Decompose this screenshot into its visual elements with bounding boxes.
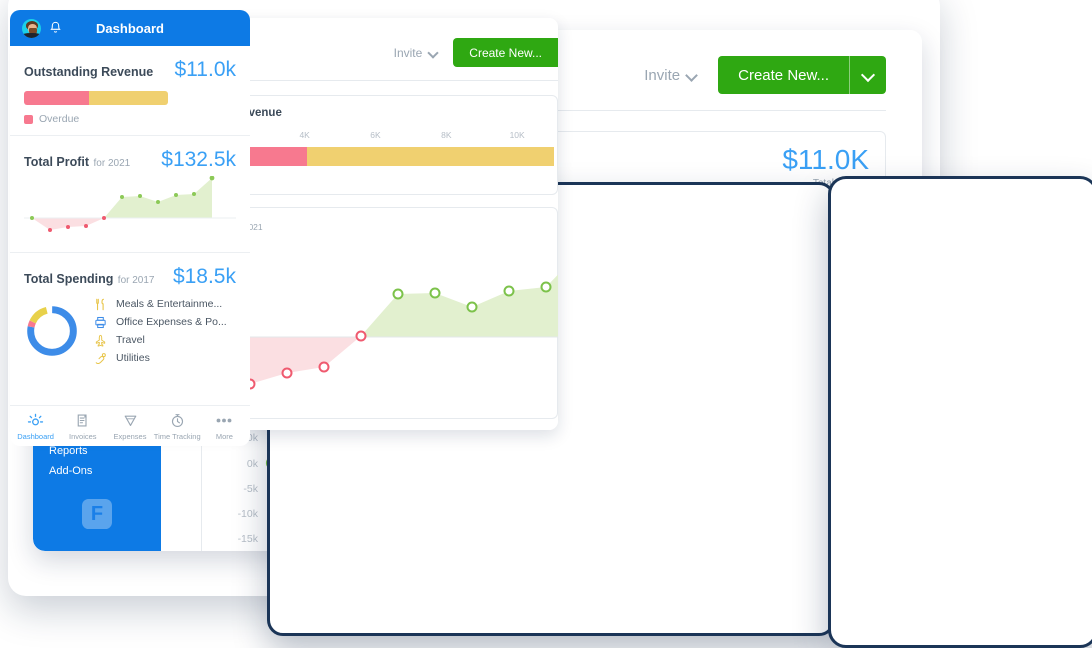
bar-segment-overdue bbox=[24, 91, 89, 105]
create-new-button[interactable]: Create New... bbox=[718, 56, 886, 94]
printer-icon bbox=[94, 316, 107, 329]
phone-spending-section: Total Spending for 2017 $18.5k Meals & E… bbox=[10, 253, 250, 377]
airplane-icon bbox=[94, 334, 107, 347]
spending-donut-chart bbox=[27, 306, 77, 356]
spending-item-label: Travel bbox=[116, 334, 145, 346]
invite-label: Invite bbox=[393, 45, 423, 60]
axis-tick: 0k bbox=[246, 457, 258, 470]
create-new-button[interactable]: Create New... bbox=[453, 38, 558, 67]
phone-header: Dashboard bbox=[10, 10, 250, 46]
axis-tick: -5k bbox=[243, 482, 258, 495]
invite-dropdown[interactable]: Invite bbox=[393, 45, 439, 60]
phone-bottom-nav: Dashboard Invoices Expenses Time Trackin… bbox=[10, 405, 250, 446]
chevron-down-icon bbox=[427, 46, 439, 59]
card-title: Outstanding Revenue bbox=[24, 65, 154, 79]
create-new-label: Create New... bbox=[469, 45, 542, 60]
phone-app: Dashboard Outstanding Revenue $11.0k Ove… bbox=[10, 10, 250, 446]
create-new-caret[interactable] bbox=[850, 67, 886, 83]
outstanding-total-value: $11.0K bbox=[782, 144, 869, 175]
nav-item-time-tracking[interactable]: Time Tracking bbox=[154, 412, 201, 441]
axis-tick: -10k bbox=[237, 508, 258, 520]
phone-profit-section: Total Profit for 2021 $132.5k bbox=[10, 136, 250, 253]
nav-item-label: Dashboard bbox=[17, 432, 54, 441]
profit-area-chart-tablet bbox=[199, 274, 558, 390]
axis-tick: -15k bbox=[237, 533, 258, 546]
profit-area-chart-mobile bbox=[24, 176, 236, 232]
more-dots-icon bbox=[216, 418, 232, 423]
phone-title: Dashboard bbox=[96, 20, 164, 36]
chevron-down-icon bbox=[685, 68, 698, 82]
card-subtitle: for 2021 bbox=[93, 158, 131, 169]
spending-item-utilities[interactable]: Utilities bbox=[94, 349, 227, 367]
phone-outstanding-section: Outstanding Revenue $11.0k Overdue bbox=[10, 46, 250, 136]
spending-item-meals[interactable]: Meals & Entertainme... bbox=[94, 295, 227, 313]
plug-icon bbox=[94, 352, 107, 365]
freshbooks-logo: F bbox=[82, 499, 112, 529]
axis-tick: 10K bbox=[509, 130, 525, 140]
cutlery-icon bbox=[94, 298, 107, 311]
bar-segment-remaining bbox=[88, 91, 168, 105]
nav-item-label: More bbox=[215, 432, 233, 441]
nav-item-expenses[interactable]: Expenses bbox=[106, 412, 153, 441]
profit-total-value: $132.5k bbox=[161, 148, 236, 171]
phone-device-frame bbox=[828, 176, 1092, 648]
nav-item-label: Expenses bbox=[113, 432, 147, 441]
outstanding-bar-mobile bbox=[24, 91, 168, 105]
spending-legend: Meals & Entertainme... Office Expenses &… bbox=[94, 295, 227, 367]
spending-item-travel[interactable]: Travel bbox=[94, 331, 227, 349]
axis-tick: 6K bbox=[370, 130, 381, 140]
nav-item-dashboard[interactable]: Dashboard bbox=[12, 412, 59, 441]
spending-donut-row: Meals & Entertainme... Office Expenses &… bbox=[24, 295, 236, 367]
legend-swatch-overdue bbox=[24, 114, 33, 124]
create-new-label: Create New... bbox=[738, 66, 829, 84]
nav-item-more[interactable]: More bbox=[201, 412, 248, 441]
sidebar-footer-addons[interactable]: Add-Ons bbox=[33, 461, 161, 481]
card-title: Total Profit bbox=[24, 155, 90, 169]
card-subtitle: for 2017 bbox=[117, 275, 155, 286]
spending-total-value: $18.5k bbox=[172, 265, 236, 288]
nav-item-label: Invoices bbox=[69, 432, 97, 441]
outstanding-total-value: $11.0k bbox=[174, 58, 237, 81]
invite-label: Invite bbox=[644, 66, 681, 84]
legend-label-overdue: Overdue bbox=[39, 113, 80, 125]
axis-tick: 8K bbox=[441, 130, 452, 140]
spending-item-label: Utilities bbox=[116, 352, 150, 364]
outstanding-legend-mobile: Overdue bbox=[24, 113, 236, 125]
nav-item-invoices[interactable]: Invoices bbox=[59, 412, 106, 441]
invite-dropdown[interactable]: Invite bbox=[644, 66, 698, 84]
nav-item-label: Time Tracking bbox=[153, 432, 201, 441]
axis-tick: 4K bbox=[299, 130, 310, 140]
spending-item-office[interactable]: Office Expenses & Po... bbox=[94, 313, 227, 331]
screenshot-stage: Dot The Ant Agency Dashboard Clients bbox=[0, 0, 1092, 648]
spending-item-label: Meals & Entertainme... bbox=[116, 298, 223, 310]
card-title: Total Spending bbox=[24, 272, 114, 286]
spending-item-label: Office Expenses & Po... bbox=[116, 316, 227, 328]
